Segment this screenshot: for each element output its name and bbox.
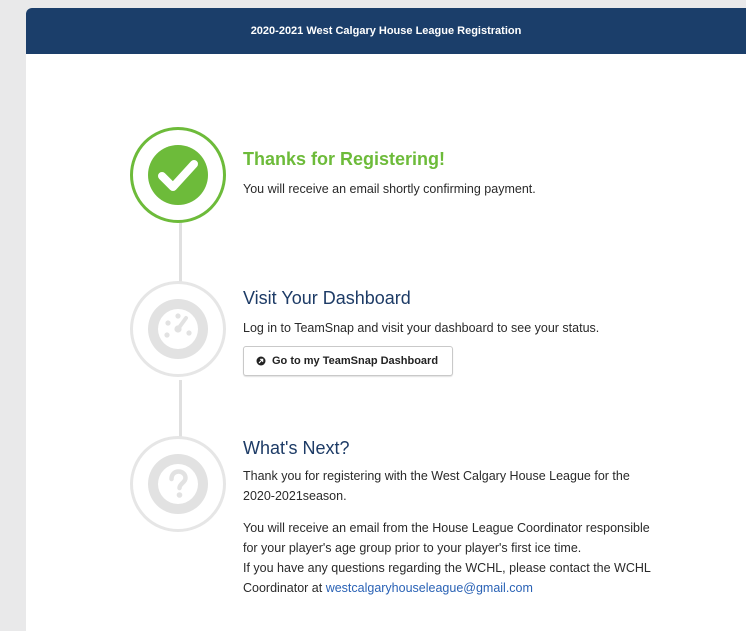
question-mark-icon xyxy=(148,454,208,514)
step-connector xyxy=(179,222,182,282)
header-title: 2020-2021 West Calgary House League Regi… xyxy=(250,25,522,37)
coordinator-email-link[interactable]: westcalgaryhouseleague@gmail.com xyxy=(326,581,533,595)
step-next-indicator xyxy=(130,436,226,532)
checkmark-icon xyxy=(148,145,208,205)
step-text-confirmation: You will receive an email shortly confir… xyxy=(243,182,536,196)
step-title-whats-next: What's Next? xyxy=(243,438,350,458)
dashboard-gauge-icon xyxy=(148,299,208,359)
step-title-dashboard: Visit Your Dashboard xyxy=(243,288,411,308)
whats-next-paragraph-1: Thank you for registering with the West … xyxy=(243,469,630,503)
step-complete-indicator xyxy=(130,127,226,223)
go-to-dashboard-button[interactable]: Go to my TeamSnap Dashboard xyxy=(243,346,454,376)
external-link-icon xyxy=(256,356,266,366)
step-title-thanks: Thanks for Registering! xyxy=(243,149,446,169)
go-to-dashboard-label: Go to my TeamSnap Dashboard xyxy=(272,355,439,367)
step-text-dashboard: Log in to TeamSnap and visit your dashbo… xyxy=(243,321,600,335)
whats-next-paragraph-2: You will receive an email from the House… xyxy=(243,521,650,555)
step-text-whats-next: Thank you for registering with the West … xyxy=(243,466,661,598)
whats-next-paragraph-3: If you have any questions regarding the … xyxy=(243,558,661,598)
step-dashboard-indicator xyxy=(130,281,226,377)
registration-page: 2020-2021 West Calgary House League Regi… xyxy=(26,8,746,631)
page-header: 2020-2021 West Calgary House League Regi… xyxy=(26,8,746,54)
step-connector xyxy=(179,380,182,438)
